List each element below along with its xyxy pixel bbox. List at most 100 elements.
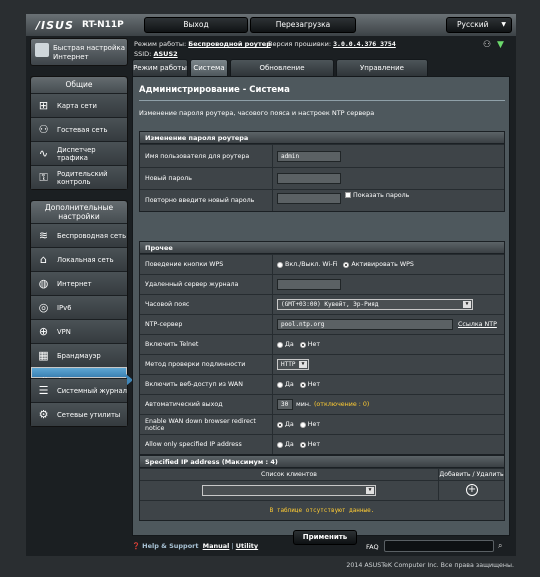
sidebar-item-wan[interactable]: ◍ Интернет	[31, 271, 127, 295]
wan-redirect-row: Enable WAN down browser redirect notice …	[140, 414, 504, 434]
wps-activate-radio[interactable]	[343, 261, 350, 268]
utility-link[interactable]: Utility	[236, 542, 258, 550]
wan-web-no-radio[interactable]	[299, 381, 306, 388]
quick-setup-label: Быстрая настройка Интернет	[53, 44, 126, 61]
nav-general: Общие ⊞ Карта сети ⚇ Гостевая сеть ∿ Диспет…	[30, 76, 128, 190]
faq-label: FAQ	[366, 543, 379, 551]
add-icon[interactable]: +	[466, 484, 478, 496]
language-select[interactable]: Русский ▼	[446, 17, 512, 33]
sidebar-item-vpn[interactable]: ⊕ VPN	[31, 319, 127, 343]
network-tools-icon: ⚙	[38, 408, 49, 421]
repeat-password-row: Повторно введите новый пароль Показать п…	[140, 189, 504, 211]
ip-table-header: Список клиентов Добавить / Удалить	[140, 468, 504, 480]
telnet-row: Включить Telnet Да Нет	[140, 334, 504, 354]
operation-mode-link[interactable]: Беспроводной роутер	[188, 40, 271, 48]
language-value: Русский	[457, 20, 489, 29]
nav-advanced-title: Дополнительные настройки	[31, 201, 127, 223]
sidebar-item-network-tools[interactable]: ⚙ Сетевые утилиты	[31, 402, 127, 426]
sidebar-item-wireless[interactable]: ≋ Беспроводная сеть	[31, 223, 127, 247]
client-select[interactable]: ▼	[202, 485, 376, 496]
traffic-manager-icon: ∿	[38, 147, 49, 160]
search-icon[interactable]: ⌕	[498, 541, 502, 551]
allow-ip-no-radio[interactable]	[299, 441, 306, 448]
auth-method-row: Метод проверки подлинности HTTP ▼	[140, 354, 504, 374]
chevron-down-icon: ▼	[366, 487, 374, 494]
wan-redirect-yes-radio[interactable]	[277, 421, 283, 428]
sidebar-item-administration[interactable]: ⚒Администрирование	[31, 367, 133, 386]
timezone-select[interactable]: (GMT+03:00) Кувейт, Эр-Рияд ▼	[277, 299, 473, 310]
password-section: Изменение пароля роутера Имя пользовател…	[139, 131, 505, 212]
wan-redirect-no-radio[interactable]	[299, 421, 306, 428]
reboot-button[interactable]: Перезагрузка	[250, 17, 356, 33]
auto-logout-row: Автоматический выход 30 мин. (отключение :…	[140, 394, 504, 414]
tab-firmware-upgrade[interactable]: Обновление микропрограммы	[230, 59, 334, 88]
syslog-server-row: Удаленный сервер журнала	[140, 274, 504, 294]
tab-operation-mode[interactable]: Режим работы	[132, 59, 188, 76]
user-icon[interactable]: ⚇	[483, 40, 493, 50]
new-password-input[interactable]	[277, 173, 341, 184]
system-log-icon: ☰	[38, 384, 49, 397]
sidebar-item-system-log[interactable]: ☰ Системный журнал	[31, 378, 127, 402]
ntp-row: NTP-сервер pool.ntp.org Ссылка NTP	[140, 314, 504, 334]
ip-section: Specified IP address (Максимум : 4) Спис…	[139, 455, 505, 521]
globe-icon: ◍	[38, 277, 49, 290]
sidebar-item-firewall[interactable]: ▦ Брандмауэр	[31, 343, 127, 367]
firmware-version-link[interactable]: 3.0.0.4.376_3754	[333, 40, 396, 48]
wan-web-yes-radio[interactable]	[277, 381, 283, 388]
guest-network-icon: ⚇	[38, 123, 49, 136]
firewall-icon: ▦	[38, 349, 49, 362]
username-input[interactable]: admin	[277, 150, 341, 162]
syslog-server-input[interactable]	[277, 279, 341, 290]
misc-section-title: Прочее	[140, 242, 504, 254]
auth-method-select[interactable]: HTTP ▼	[277, 359, 309, 370]
chevron-down-icon: ▼	[299, 361, 307, 368]
new-password-row: Новый пароль	[140, 167, 504, 189]
wps-row: Поведение кнопки WPS Вкл./Выкл. Wi-Fi Акт…	[140, 254, 504, 274]
sidebar-item-network-map[interactable]: ⊞ Карта сети	[31, 93, 127, 117]
col-add-remove: Добавить / Удалить	[438, 469, 504, 480]
auto-logout-input[interactable]: 30	[277, 399, 293, 410]
quick-setup-button[interactable]: Быстрая настройка Интернет	[30, 38, 128, 66]
top-bar: /ISUS RT-N11P Выход Перезагрузка Русский…	[26, 14, 516, 36]
wireless-icon: ≋	[38, 229, 49, 242]
repeat-password-input[interactable]	[277, 193, 341, 204]
telnet-yes-radio[interactable]	[277, 341, 283, 348]
telnet-no-radio[interactable]	[299, 341, 306, 348]
show-password-checkbox[interactable]	[345, 192, 351, 198]
lan-icon: ⌂	[40, 253, 47, 266]
username-row: Имя пользователя для роутера admin	[140, 144, 504, 167]
ip-input-row: ▼ +	[140, 480, 504, 500]
logout-button[interactable]: Выход	[144, 17, 248, 33]
misc-section: Прочее Поведение кнопки WPS Вкл./Выкл. W…	[139, 241, 505, 455]
wifi-icon[interactable]: ▼	[497, 40, 507, 50]
status-icons: ⚇ ▼	[479, 40, 507, 50]
chevron-down-icon: ▼	[463, 301, 471, 308]
help-icon: ❓	[132, 542, 141, 550]
main-content: Администрирование - Система Изменение па…	[132, 76, 510, 545]
timezone-row: Часовой пояс (GMT+03:00) Кувейт, Эр-Рияд…	[140, 294, 504, 314]
wps-wifi-toggle-radio[interactable]	[277, 261, 283, 268]
faq-search-input[interactable]	[384, 540, 494, 552]
ip-section-title: Specified IP address (Максимум : 4)	[140, 456, 504, 468]
ipv6-icon: ◎	[38, 301, 49, 314]
operation-mode: Режим работы: Беспроводной роутер	[134, 40, 271, 48]
network-map-icon: ⊞	[38, 99, 49, 112]
allow-ip-yes-radio[interactable]	[277, 441, 283, 448]
sidebar-item-guest-network[interactable]: ⚇ Гостевая сеть	[31, 117, 127, 141]
sidebar-item-traffic-manager[interactable]: ∿ Диспетчер трафика	[31, 141, 127, 165]
ssid-link[interactable]: ASUS2	[153, 50, 177, 58]
wan-web-access-row: Включить веб-доступ из WAN Да Нет	[140, 374, 504, 394]
sidebar-item-parental-control[interactable]: ⚿ Родительский контроль	[31, 165, 127, 189]
title-divider	[139, 100, 505, 101]
manual-link[interactable]: Manual	[203, 542, 230, 550]
footer: ❓ Help & Support Manual | Utility FAQ ⌕	[26, 538, 516, 556]
tab-settings-management[interactable]: Управление настройками	[336, 59, 428, 88]
sidebar-item-ipv6[interactable]: ◎ IPv6	[31, 295, 127, 319]
ntp-link[interactable]: Ссылка NTP	[458, 321, 497, 328]
ntp-server-input[interactable]: pool.ntp.org	[277, 319, 453, 330]
sidebar-item-lan[interactable]: ⌂ Локальная сеть	[31, 247, 127, 271]
tab-system[interactable]: Система	[190, 59, 228, 76]
nav-general-title: Общие	[31, 77, 127, 93]
page-description: Изменение пароля роутера, часового пояса…	[139, 109, 375, 117]
asus-logo: /ISUS	[36, 19, 74, 32]
